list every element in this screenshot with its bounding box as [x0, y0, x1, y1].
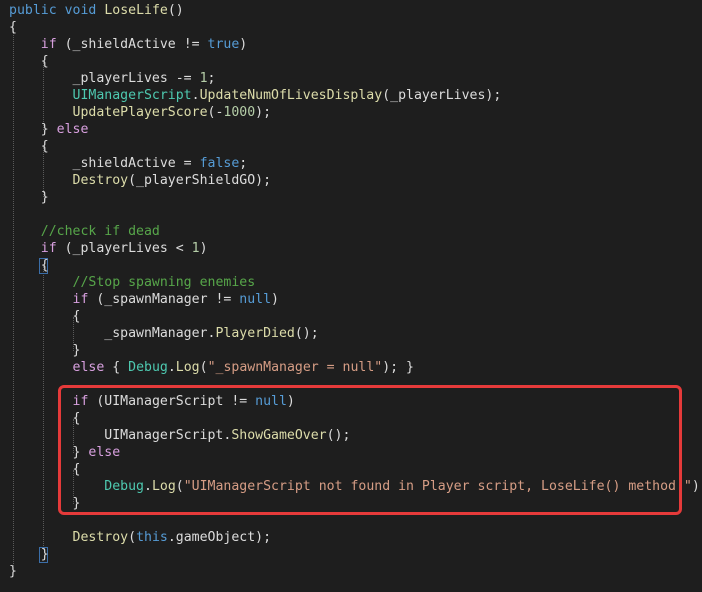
code-line-1[interactable]: public void LoseLife()	[9, 2, 184, 19]
type-name: Debug	[128, 360, 168, 375]
dot: .	[167, 360, 176, 375]
code-editor[interactable]: public void LoseLife() { if (_shieldActi…	[0, 0, 702, 592]
dot: .	[191, 88, 200, 103]
brace: }	[40, 190, 49, 205]
code-text: {	[104, 360, 129, 375]
code-text: (	[199, 360, 208, 375]
code-line-16[interactable]: //Stop spawning enemies	[9, 274, 256, 291]
code-line-7[interactable]: UpdatePlayerScore(-1000);	[9, 104, 272, 121]
code-line-31[interactable]: }	[9, 563, 17, 580]
code-text: (	[128, 530, 137, 545]
keyword-else: else	[56, 122, 89, 137]
brace: }	[9, 564, 17, 579]
code-text: .gameObject);	[167, 530, 272, 545]
type-name: UIManagerScript	[72, 88, 192, 103]
code-line-18[interactable]: {	[9, 308, 81, 325]
number: 1	[191, 241, 200, 256]
code-line-4[interactable]: {	[9, 53, 49, 70]
method-name: UpdatePlayerScore	[72, 105, 208, 120]
code-line-29[interactable]: Destroy(this.gameObject);	[9, 529, 272, 546]
number: 1000	[223, 105, 256, 120]
literal-false: false	[199, 156, 240, 171]
code-line-2[interactable]: {	[9, 19, 17, 36]
code-text: )	[271, 292, 279, 307]
code-text: )	[199, 241, 208, 256]
code-text: )	[239, 37, 248, 52]
method-name: PlayerDied	[215, 326, 295, 341]
method-name: LoseLife	[104, 3, 168, 18]
brace: }	[40, 547, 49, 562]
comment: //Stop spawning enemies	[72, 275, 256, 290]
code-line-5[interactable]: _playerLives -= 1;	[9, 70, 216, 87]
code-text: (-	[207, 105, 224, 120]
code-text: (_playerLives <	[56, 241, 192, 256]
code-line-20[interactable]: }	[9, 342, 81, 359]
keyword-if: if	[40, 241, 57, 256]
annotation-highlight-box	[58, 385, 682, 515]
brace: }	[72, 343, 81, 358]
code-text: ;	[207, 71, 216, 86]
code-text: _shieldActive =	[72, 156, 200, 171]
code-line-15[interactable]: {	[9, 257, 49, 274]
keyword-if: if	[40, 37, 57, 52]
method-name: Destroy	[72, 173, 129, 188]
code-text: );	[691, 479, 702, 494]
code-text: }	[40, 122, 57, 137]
code-text: (_playerShieldGO);	[128, 173, 272, 188]
code-line-17[interactable]: if (_spawnManager != null)	[9, 291, 279, 308]
keyword-else: else	[72, 360, 105, 375]
brace: {	[72, 309, 81, 324]
code-line-11[interactable]: Destroy(_playerShieldGO);	[9, 172, 272, 189]
code-text: );	[255, 105, 272, 120]
method-name: Log	[175, 360, 200, 375]
code-text: (_shieldActive !=	[56, 37, 208, 52]
code-line-3[interactable]: if (_shieldActive != true)	[9, 36, 247, 53]
keyword-this: this	[136, 530, 168, 545]
keyword-public: public	[9, 3, 57, 18]
code-line-12[interactable]: }	[9, 189, 49, 206]
brace: {	[40, 54, 49, 69]
comment: //check if dead	[40, 224, 160, 239]
literal-true: true	[207, 37, 240, 52]
method-name: Destroy	[72, 530, 129, 545]
literal-null: null	[239, 292, 272, 307]
code-text: _spawnManager.	[104, 326, 216, 341]
code-line-9[interactable]: {	[9, 138, 49, 155]
code-text: ); }	[382, 360, 414, 375]
code-text: ();	[294, 326, 319, 341]
code-line-21[interactable]: else { Debug.Log("_spawnManager = null")…	[9, 359, 414, 376]
code-line-30[interactable]: }	[9, 546, 49, 563]
parens: ()	[167, 3, 184, 18]
number: 1	[199, 71, 208, 86]
code-line-14[interactable]: if (_playerLives < 1)	[9, 240, 208, 257]
code-line-13[interactable]: //check if dead	[9, 223, 160, 240]
method-name: UpdateNumOfLivesDisplay	[199, 88, 383, 103]
code-line-6[interactable]: UIManagerScript.UpdateNumOfLivesDisplay(…	[9, 87, 502, 104]
code-line-8[interactable]: } else	[9, 121, 89, 138]
code-text: _playerLives -=	[72, 71, 200, 86]
code-line-19[interactable]: _spawnManager.PlayerDied();	[9, 325, 319, 342]
brace: {	[40, 139, 49, 154]
code-text: ;	[239, 156, 248, 171]
brace: {	[40, 258, 49, 273]
keyword-if: if	[72, 292, 89, 307]
code-text: (_playerLives);	[382, 88, 502, 103]
code-line-10[interactable]: _shieldActive = false;	[9, 155, 248, 172]
keyword-void: void	[64, 3, 97, 18]
string-literal: "_spawnManager = null"	[207, 360, 383, 375]
brace: {	[9, 20, 17, 35]
code-text: (_spawnManager !=	[88, 292, 240, 307]
